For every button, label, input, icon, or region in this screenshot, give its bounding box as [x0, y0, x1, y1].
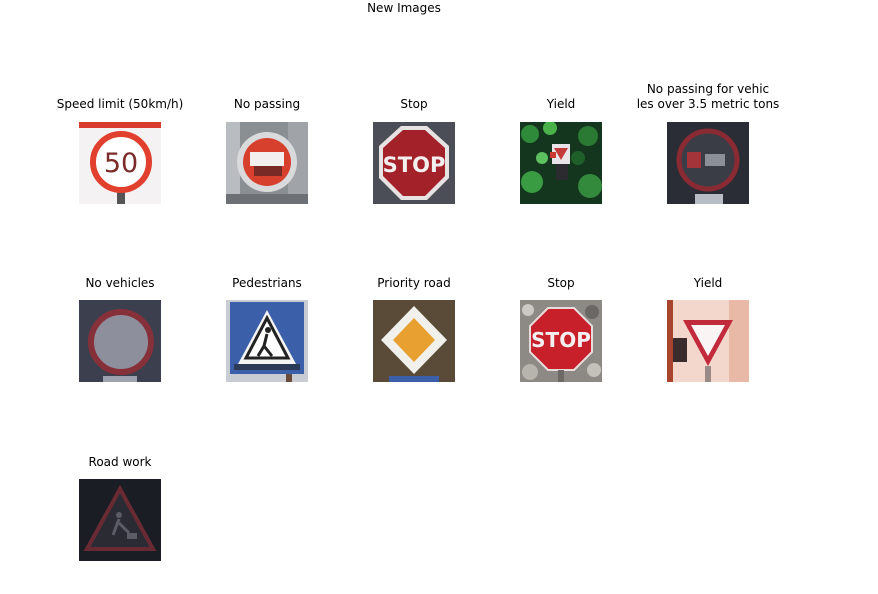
image-cell: Stop STOP: [340, 80, 488, 204]
image-cell: Priority road: [340, 259, 488, 382]
road-work-sign-icon: [79, 479, 161, 561]
image-caption: No passing for vehic les over 3.5 metric…: [636, 82, 780, 111]
speed-limit-sign-icon: 50: [79, 122, 161, 204]
image-cell: Speed limit (50km/h) 50: [46, 80, 194, 204]
image-caption: Stop: [547, 276, 575, 290]
stop-sign-icon: STOP: [520, 300, 602, 382]
yield-sign-icon: [667, 300, 749, 382]
image-caption: Road work: [88, 455, 152, 469]
image-cell: No vehicles: [46, 259, 194, 382]
figure-title: New Images: [367, 1, 441, 15]
pedestrians-sign-icon: [226, 300, 308, 382]
image-cell: No passing for vehic les over 3.5 metric…: [634, 80, 782, 204]
image-caption: Priority road: [377, 276, 451, 290]
image-caption: Pedestrians: [232, 276, 302, 290]
sign-text: STOP: [531, 328, 591, 352]
sign-text: STOP: [383, 153, 446, 177]
image-cell: Yield: [634, 259, 782, 382]
no-vehicles-sign-icon: [79, 300, 161, 382]
image-caption: Yield: [546, 97, 576, 111]
image-cell: Road work: [46, 438, 194, 561]
image-cell: Pedestrians: [193, 259, 341, 382]
yield-sign-icon: [520, 122, 602, 204]
image-cell: No passing: [193, 80, 341, 204]
image-caption: Stop: [400, 97, 428, 111]
sign-text: 50: [104, 148, 138, 179]
priority-road-sign-icon: [373, 300, 455, 382]
stop-sign-icon: STOP: [373, 122, 455, 204]
image-caption: Speed limit (50km/h): [56, 97, 184, 111]
image-cell: Yield: [487, 80, 635, 204]
image-caption: No vehicles: [85, 276, 155, 290]
no-passing-trucks-sign-icon: [667, 122, 749, 204]
image-caption: Yield: [693, 276, 723, 290]
no-passing-sign-icon: [226, 122, 308, 204]
image-caption: No passing: [233, 97, 301, 111]
image-cell: Stop STOP: [487, 259, 635, 382]
